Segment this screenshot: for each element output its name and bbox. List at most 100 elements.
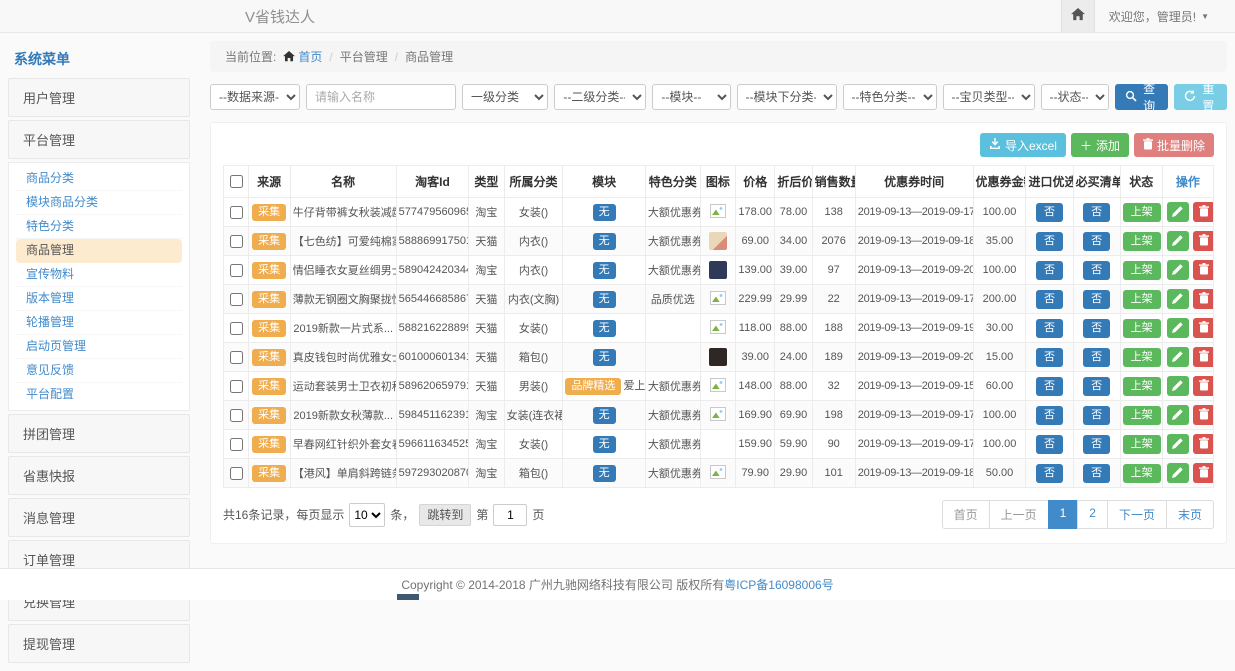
- delete-button[interactable]: [1193, 289, 1214, 309]
- must-buy-toggle-button[interactable]: 否: [1083, 435, 1110, 454]
- must-buy-toggle-button[interactable]: 否: [1083, 319, 1110, 338]
- row-checkbox[interactable]: [230, 351, 243, 364]
- sidebar-item-feature-category[interactable]: 特色分类: [16, 215, 182, 239]
- data-source-filter[interactable]: --数据来源--: [210, 84, 300, 110]
- delete-button[interactable]: [1193, 260, 1214, 280]
- sidebar-item-feedback[interactable]: 意见反馈: [16, 359, 182, 383]
- name-search-input[interactable]: [306, 84, 456, 110]
- import-select-toggle-button[interactable]: 否: [1036, 203, 1063, 222]
- edit-button[interactable]: [1167, 405, 1189, 425]
- import-excel-button[interactable]: 导入excel: [980, 133, 1066, 157]
- sidebar-item-user-management[interactable]: 用户管理: [8, 78, 190, 117]
- sidebar-item-platform-config[interactable]: 平台配置: [16, 383, 182, 406]
- page-button-page-next[interactable]: 下一页: [1107, 500, 1167, 529]
- edit-button[interactable]: [1167, 318, 1189, 338]
- per-page-select[interactable]: 10: [349, 503, 385, 527]
- sidebar-item-message-management[interactable]: 消息管理: [8, 498, 190, 537]
- home-nav-button[interactable]: [1061, 0, 1095, 32]
- status-button[interactable]: 上架: [1123, 377, 1161, 396]
- status-button[interactable]: 上架: [1123, 348, 1161, 367]
- jump-button[interactable]: 跳转到: [419, 504, 471, 526]
- row-checkbox[interactable]: [230, 206, 243, 219]
- status-button[interactable]: 上架: [1123, 435, 1161, 454]
- sidebar-item-promo-material[interactable]: 宣传物料: [16, 263, 182, 287]
- sidebar-item-saving-express[interactable]: 省惠快报: [8, 456, 190, 495]
- delete-button[interactable]: [1193, 318, 1214, 338]
- sidebar-item-withdraw-management[interactable]: 提现管理: [8, 624, 190, 663]
- import-select-toggle-button[interactable]: 否: [1036, 435, 1063, 454]
- jump-page-input[interactable]: [493, 504, 527, 526]
- import-select-toggle-button[interactable]: 否: [1036, 261, 1063, 280]
- item-type-filter[interactable]: --宝贝类型--: [943, 84, 1035, 110]
- feature-category-filter[interactable]: --特色分类--: [843, 84, 937, 110]
- import-select-toggle-button[interactable]: 否: [1036, 319, 1063, 338]
- status-button[interactable]: 上架: [1123, 319, 1161, 338]
- status-button[interactable]: 上架: [1123, 406, 1161, 425]
- page-button-page-1[interactable]: 1: [1048, 500, 1079, 529]
- sidebar-item-group-buy-management[interactable]: 拼团管理: [8, 414, 190, 453]
- sidebar-item-carousel-management[interactable]: 轮播管理: [16, 311, 182, 335]
- edit-button[interactable]: [1167, 231, 1189, 251]
- reset-button[interactable]: 重置: [1174, 84, 1227, 110]
- edit-button[interactable]: [1167, 289, 1189, 309]
- search-button[interactable]: 查询: [1115, 84, 1168, 110]
- batch-delete-button[interactable]: 批量删除: [1134, 133, 1214, 157]
- delete-button[interactable]: [1193, 347, 1214, 367]
- sidebar-item-module-goods-category[interactable]: 模块商品分类: [16, 191, 182, 215]
- status-button[interactable]: 上架: [1123, 464, 1161, 483]
- icp-link[interactable]: 粤ICP备16098006号: [724, 576, 833, 593]
- sidebar-item-platform-management[interactable]: 平台管理: [8, 120, 190, 159]
- module-filter[interactable]: --模块--: [652, 84, 730, 110]
- row-checkbox[interactable]: [230, 235, 243, 248]
- row-checkbox[interactable]: [230, 322, 243, 335]
- import-select-toggle-button[interactable]: 否: [1036, 406, 1063, 425]
- breadcrumb-home-link[interactable]: 首页: [283, 48, 322, 65]
- status-button[interactable]: 上架: [1123, 203, 1161, 222]
- status-button[interactable]: 上架: [1123, 261, 1161, 280]
- delete-button[interactable]: [1193, 405, 1214, 425]
- sidebar-item-goods-management[interactable]: 商品管理: [16, 239, 182, 263]
- level1-category-filter[interactable]: 一级分类: [462, 84, 548, 110]
- row-checkbox[interactable]: [230, 438, 243, 451]
- delete-button[interactable]: [1193, 231, 1214, 251]
- status-filter[interactable]: --状态--: [1041, 84, 1109, 110]
- status-button[interactable]: 上架: [1123, 290, 1161, 309]
- row-checkbox[interactable]: [230, 293, 243, 306]
- must-buy-toggle-button[interactable]: 否: [1083, 377, 1110, 396]
- user-menu[interactable]: 欢迎您，管理员! ▼: [1095, 0, 1235, 32]
- row-checkbox[interactable]: [230, 409, 243, 422]
- must-buy-toggle-button[interactable]: 否: [1083, 203, 1110, 222]
- must-buy-toggle-button[interactable]: 否: [1083, 464, 1110, 483]
- delete-button[interactable]: [1193, 434, 1214, 454]
- sidebar-item-goods-category[interactable]: 商品分类: [16, 167, 182, 191]
- sidebar-item-version-management[interactable]: 版本管理: [16, 287, 182, 311]
- must-buy-toggle-button[interactable]: 否: [1083, 348, 1110, 367]
- status-button[interactable]: 上架: [1123, 232, 1161, 251]
- page-button-page-last[interactable]: 末页: [1166, 500, 1214, 529]
- import-select-toggle-button[interactable]: 否: [1036, 464, 1063, 483]
- row-checkbox[interactable]: [230, 264, 243, 277]
- import-select-toggle-button[interactable]: 否: [1036, 377, 1063, 396]
- level2-category-filter[interactable]: --二级分类--: [554, 84, 646, 110]
- row-checkbox[interactable]: [230, 380, 243, 393]
- delete-button[interactable]: [1193, 376, 1214, 396]
- must-buy-toggle-button[interactable]: 否: [1083, 406, 1110, 425]
- row-checkbox[interactable]: [230, 467, 243, 480]
- delete-button[interactable]: [1193, 463, 1214, 483]
- page-button-page-first[interactable]: 首页: [942, 500, 990, 529]
- page-button-page-2[interactable]: 2: [1077, 500, 1108, 529]
- sidebar-item-splash-page-management[interactable]: 启动页管理: [16, 335, 182, 359]
- import-select-toggle-button[interactable]: 否: [1036, 290, 1063, 309]
- must-buy-toggle-button[interactable]: 否: [1083, 290, 1110, 309]
- page-button-page-prev[interactable]: 上一页: [989, 500, 1049, 529]
- must-buy-toggle-button[interactable]: 否: [1083, 261, 1110, 280]
- edit-button[interactable]: [1167, 463, 1189, 483]
- edit-button[interactable]: [1167, 376, 1189, 396]
- edit-button[interactable]: [1167, 347, 1189, 367]
- delete-button[interactable]: [1193, 202, 1214, 222]
- select-all-checkbox[interactable]: [230, 175, 243, 188]
- must-buy-toggle-button[interactable]: 否: [1083, 232, 1110, 251]
- edit-button[interactable]: [1167, 260, 1189, 280]
- import-select-toggle-button[interactable]: 否: [1036, 348, 1063, 367]
- import-select-toggle-button[interactable]: 否: [1036, 232, 1063, 251]
